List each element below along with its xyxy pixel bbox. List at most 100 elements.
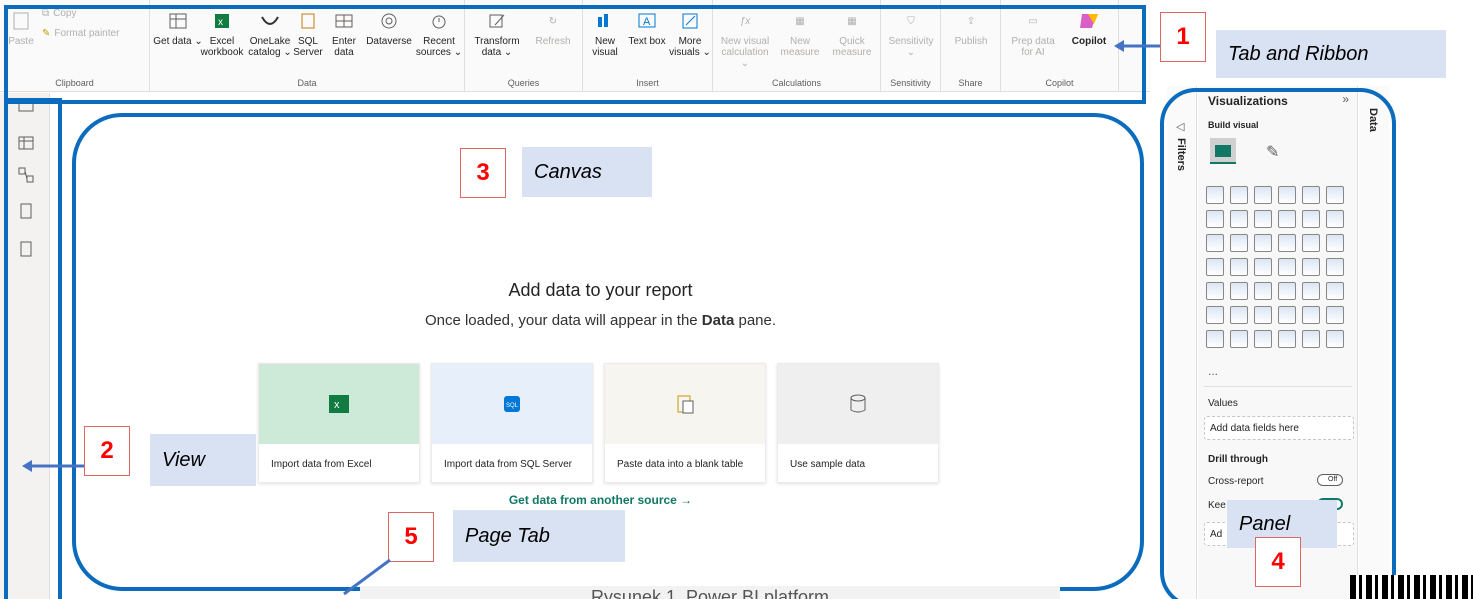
donut-icon[interactable] — [1326, 234, 1344, 252]
report-view-icon[interactable] — [16, 97, 36, 117]
scatter-icon[interactable] — [1278, 234, 1296, 252]
power-apps-icon[interactable] — [1254, 330, 1272, 348]
multi-row-card-icon[interactable] — [1230, 282, 1248, 300]
visualizations-title: Visualizations — [1208, 94, 1288, 108]
kpi-icon[interactable] — [1206, 282, 1224, 300]
python-visual-icon[interactable] — [1230, 306, 1248, 324]
ribbon-chart-icon[interactable] — [1206, 234, 1224, 252]
annotation-number-1: 1 — [1160, 12, 1206, 62]
add-data-title: Add data to your report — [508, 280, 693, 300]
area-100-icon[interactable] — [1278, 210, 1296, 228]
bar-chart-icon — [583, 6, 627, 36]
insert-group: New visual A Text box More visuals ⌄ Ins… — [583, 0, 713, 92]
transform-data-button[interactable]: Transform data ⌄ — [469, 6, 525, 58]
table-view-icon[interactable] — [16, 133, 36, 153]
line-column-icon[interactable] — [1302, 210, 1320, 228]
transform-icon — [469, 6, 525, 36]
data-group: Get data ⌄ x Excel workbook OneLake cata… — [150, 0, 465, 92]
prep-data-ai-button[interactable]: ▭ Prep data for AI — [1005, 6, 1061, 59]
power-automate-icon[interactable] — [1278, 330, 1296, 348]
format-visual-icon[interactable]: ✎ — [1266, 142, 1279, 162]
decomposition-tree-icon[interactable] — [1278, 306, 1296, 324]
filled-map-icon[interactable] — [1254, 258, 1272, 276]
matrix-icon[interactable] — [1326, 282, 1344, 300]
import-excel-card[interactable]: x Import data from Excel — [258, 363, 420, 483]
clock-icon — [412, 6, 466, 36]
annotation-number-3: 3 — [460, 148, 506, 198]
more-visuals-ellipsis[interactable]: ... — [1208, 364, 1218, 378]
sample-data-card[interactable]: Use sample data — [777, 363, 939, 483]
stacked-column-icon[interactable] — [1230, 186, 1248, 204]
copy-button[interactable]: ⧉ Copy — [42, 8, 77, 19]
paginated-icon[interactable] — [1230, 330, 1248, 348]
format-painter-button[interactable]: ✎ Format painter — [42, 28, 119, 39]
clustered-column-icon[interactable] — [1278, 186, 1296, 204]
recent-sources-button[interactable]: Recent sources ⌄ — [412, 6, 466, 58]
build-visual-tab[interactable] — [1210, 138, 1236, 164]
card-header: SQL — [432, 364, 592, 444]
button-slicer-icon[interactable] — [1278, 282, 1296, 300]
model-view-icon[interactable] — [16, 165, 36, 185]
text-box-button[interactable]: A Text box — [625, 6, 669, 47]
get-data-another-source-link[interactable]: Get data from another source → — [58, 493, 1143, 507]
data-group-label: Data — [297, 78, 317, 88]
table-icon[interactable] — [1302, 282, 1320, 300]
new-measure-button[interactable]: ▦ New measure — [775, 6, 825, 59]
stacked-bar-icon[interactable] — [1206, 186, 1224, 204]
copilot-button[interactable]: Copilot — [1061, 6, 1117, 47]
narrative-icon[interactable] — [1326, 306, 1344, 324]
collapse-chevron-icon[interactable]: » — [1342, 92, 1349, 106]
sensitivity-group: ⛉ Sensitivity ⌄ Sensitivity — [881, 0, 941, 92]
new-visual-button[interactable]: New visual — [583, 6, 627, 58]
enter-data-button[interactable]: Enter data — [322, 6, 366, 58]
svg-text:SQL: SQL — [506, 403, 519, 409]
copilot-visual-icon[interactable] — [1302, 330, 1320, 348]
filters-pane[interactable]: ◁ Filters — [1167, 86, 1197, 599]
stacked-column-100-icon[interactable] — [1326, 186, 1344, 204]
refresh-button[interactable]: ↻ Refresh — [525, 6, 581, 48]
dataverse-button[interactable]: Dataverse — [362, 6, 416, 47]
dax-query-view-icon[interactable] — [16, 201, 36, 221]
more-visuals-button[interactable]: More visuals ⌄ — [667, 6, 713, 58]
values-drop-zone[interactable]: Add data fields here — [1204, 416, 1354, 440]
r-visual-icon[interactable] — [1206, 306, 1224, 324]
paste-button[interactable]: Paste — [6, 6, 36, 47]
key-influencers-icon[interactable] — [1254, 306, 1272, 324]
drill-through-label: Drill through — [1208, 454, 1268, 465]
card-header: x — [259, 364, 419, 444]
sensitivity-button[interactable]: ⛉ Sensitivity ⌄ — [883, 6, 939, 59]
azure-map-icon[interactable] — [1278, 258, 1296, 276]
clipboard-icon — [677, 395, 694, 414]
cross-report-toggle[interactable]: Off — [1317, 474, 1343, 486]
publish-button[interactable]: ⇪ Publish — [943, 6, 999, 48]
treemap-icon[interactable] — [1206, 258, 1224, 276]
annotation-label-canvas: Canvas — [522, 147, 652, 197]
import-sql-card[interactable]: SQL Import data from SQL Server — [431, 363, 593, 483]
quick-measure-button[interactable]: ▦ Quick measure — [825, 6, 879, 59]
map-icon[interactable] — [1230, 258, 1248, 276]
qa-icon[interactable] — [1302, 306, 1320, 324]
line-clustered-icon[interactable] — [1326, 210, 1344, 228]
paste-data-card[interactable]: Paste data into a blank table — [604, 363, 766, 483]
funnel-icon[interactable] — [1254, 234, 1272, 252]
fx-icon: ƒx — [739, 15, 751, 27]
more-visuals-icon — [667, 6, 713, 36]
image-icon[interactable] — [1326, 330, 1344, 348]
card-label: Use sample data — [790, 459, 866, 470]
line-chart-icon[interactable] — [1206, 210, 1224, 228]
data-pane[interactable]: Data — [1359, 86, 1389, 599]
stacked-area-icon[interactable] — [1254, 210, 1272, 228]
area-chart-icon[interactable] — [1230, 210, 1248, 228]
waterfall-icon[interactable] — [1230, 234, 1248, 252]
pie-icon[interactable] — [1302, 234, 1320, 252]
annotation-label-view: View — [150, 434, 256, 486]
database-icon — [850, 394, 866, 413]
new-visual-calculation-button[interactable]: ƒx New visual calculation ⌄ — [717, 6, 773, 70]
stacked-bar-100-icon[interactable] — [1302, 186, 1320, 204]
tmdl-view-icon[interactable] — [16, 239, 36, 259]
gauge-icon[interactable] — [1302, 258, 1320, 276]
slicer-icon[interactable] — [1254, 282, 1272, 300]
goals-icon[interactable] — [1206, 330, 1224, 348]
card-icon[interactable] — [1326, 258, 1344, 276]
clustered-bar-icon[interactable] — [1254, 186, 1272, 204]
